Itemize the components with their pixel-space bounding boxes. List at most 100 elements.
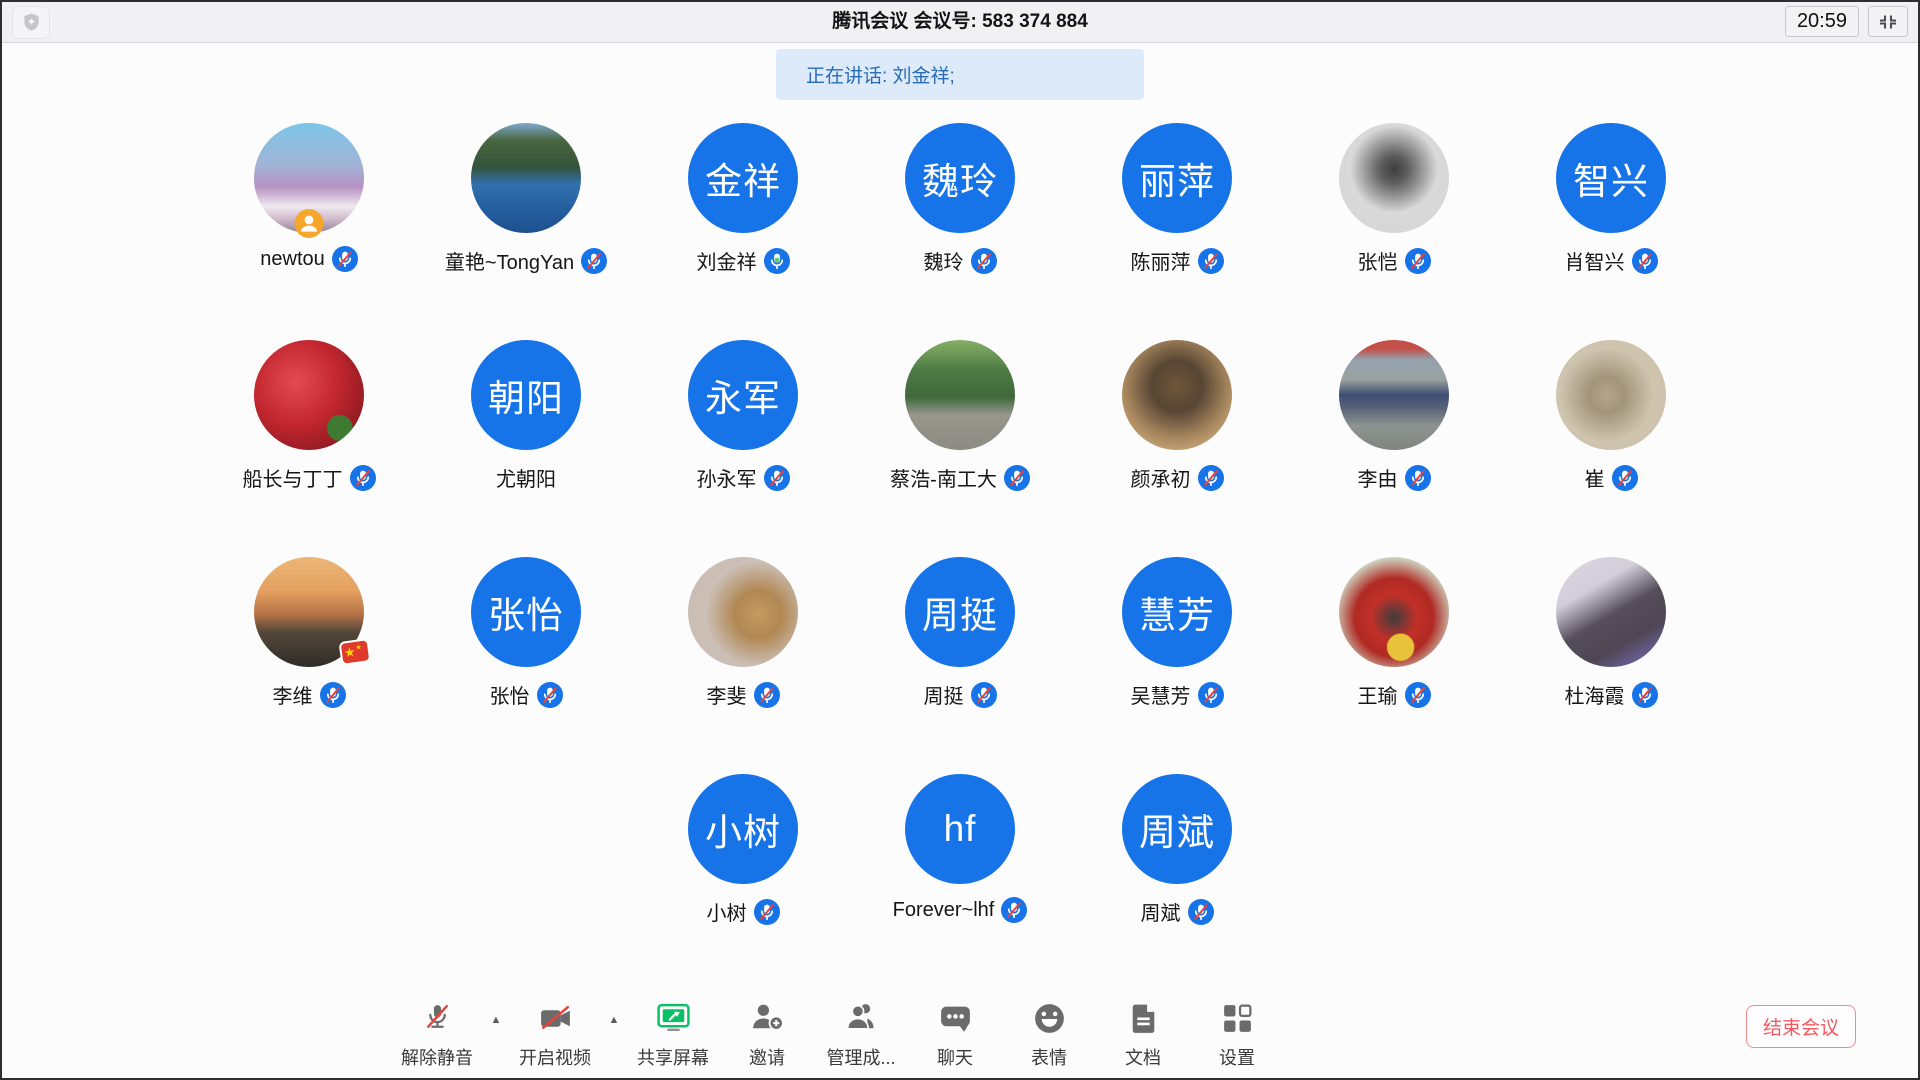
toolbar-button-label: 表情: [1031, 1044, 1067, 1070]
participant-tile[interactable]: 童艳~TongYan: [418, 123, 635, 340]
participant-tile[interactable]: ★ ★ 李维: [201, 557, 418, 774]
bottom-toolbar: 解除静音 ▲ 开启视频 ▲ 共享屏幕 邀请 管理成...: [2, 992, 1918, 1078]
participant-tile[interactable]: 丽萍 陈丽萍: [1069, 123, 1286, 340]
participant-label: 吴慧芳: [1131, 680, 1224, 709]
toolbar-invite-button[interactable]: 邀请: [720, 999, 814, 1070]
avatar: 魏玲: [905, 123, 1015, 233]
participant-label: 李由: [1358, 463, 1431, 492]
emoji-icon: [1031, 1000, 1068, 1037]
participant-name: 张恺: [1358, 246, 1398, 275]
participant-name: 崔: [1585, 463, 1605, 492]
avatar: ★ ★: [254, 557, 364, 667]
participant-tile[interactable]: 金祥 刘金祥: [635, 123, 852, 340]
participant-label: 李维: [273, 680, 346, 709]
speaking-banner-text: 正在讲话: 刘金祥;: [806, 61, 955, 88]
toolbar-emoji-button[interactable]: 表情: [1002, 999, 1096, 1070]
toolbar-manage-members-button[interactable]: 管理成...: [814, 999, 908, 1070]
avatar-image: [1339, 123, 1449, 233]
toolbar-docs-button[interactable]: 文档: [1096, 999, 1190, 1070]
participant-label: 张恺: [1358, 246, 1431, 275]
participant-tile[interactable]: 周斌 周斌: [1069, 774, 1286, 991]
participant-tile[interactable]: 船长与丁丁: [201, 340, 418, 557]
avatar-image: 张怡: [471, 557, 581, 667]
avatar: 金祥: [688, 123, 798, 233]
flag-sticker-icon: ★ ★: [338, 637, 372, 667]
participant-tile[interactable]: 智兴 肖智兴: [1503, 123, 1720, 340]
participant-tile[interactable]: 小树 小树: [635, 774, 852, 991]
mic-muted-icon: [1612, 465, 1638, 491]
participant-label: 童艳~TongYan: [445, 246, 607, 275]
toolbar-button-label: 邀请: [749, 1044, 785, 1070]
avatar-image: 周挺: [905, 557, 1015, 667]
participants-row: 小树 小树 hf Forever~lhf 周斌 周斌: [2, 774, 1918, 991]
participants-grid: newtou 童艳~TongYan 金祥 刘金祥 魏: [2, 123, 1918, 991]
participant-name: 肖智兴: [1565, 246, 1625, 275]
end-meeting-button[interactable]: 结束会议: [1746, 1005, 1856, 1048]
mic-muted-icon: [1004, 465, 1030, 491]
toolbar-settings-button[interactable]: 设置: [1190, 999, 1284, 1070]
member-role-badge-icon: [295, 209, 324, 238]
participant-tile[interactable]: 永军 孙永军: [635, 340, 852, 557]
participant-label: newtou: [260, 246, 358, 272]
expand-arrow-icon[interactable]: ▲: [602, 1014, 626, 1026]
participant-name: 杜海霞: [1565, 680, 1625, 709]
participant-label: 魏玲: [924, 246, 997, 275]
participant-tile[interactable]: 颜承初: [1069, 340, 1286, 557]
participant-tile[interactable]: 周挺 周挺: [852, 557, 1069, 774]
avatar-image: 小树: [688, 774, 798, 884]
participant-tile[interactable]: newtou: [201, 123, 418, 340]
avatar: [1556, 340, 1666, 450]
participant-name: Forever~lhf: [893, 899, 995, 922]
avatar-image: 周斌: [1122, 774, 1232, 884]
mic-muted-icon: [1632, 682, 1658, 708]
participant-tile[interactable]: 魏玲 魏玲: [852, 123, 1069, 340]
participant-tile[interactable]: 朝阳 尤朝阳: [418, 340, 635, 557]
participant-label: 崔: [1585, 463, 1638, 492]
mic-muted-icon: [350, 465, 376, 491]
camera-off-icon: [537, 1000, 574, 1037]
participant-tile[interactable]: hf Forever~lhf: [852, 774, 1069, 991]
toolbar-mic-muted-button[interactable]: 解除静音: [390, 999, 484, 1070]
toolbar-button-label: 设置: [1219, 1044, 1255, 1070]
participant-tile[interactable]: 崔: [1503, 340, 1720, 557]
mic-muted-icon: [1188, 899, 1214, 925]
participant-tile[interactable]: 李由: [1286, 340, 1503, 557]
participant-tile[interactable]: 王瑜: [1286, 557, 1503, 774]
avatar: [1556, 557, 1666, 667]
toolbar-chat-button[interactable]: 聊天: [908, 999, 1002, 1070]
participant-label: 张怡: [490, 680, 563, 709]
mic-muted-icon: [320, 682, 346, 708]
participant-tile[interactable]: 蔡浩-南工大: [852, 340, 1069, 557]
participant-name: 蔡浩-南工大: [890, 463, 997, 492]
participant-tile[interactable]: 张恺: [1286, 123, 1503, 340]
invite-icon: [749, 1000, 786, 1037]
expand-arrow-icon[interactable]: ▲: [484, 1014, 508, 1026]
participant-name: newtou: [260, 248, 325, 271]
participant-tile[interactable]: 李斐: [635, 557, 852, 774]
participant-name: 周斌: [1141, 897, 1181, 926]
participant-tile[interactable]: 张怡 张怡: [418, 557, 635, 774]
speaking-banner: 正在讲话: 刘金祥;: [776, 49, 1144, 100]
participant-tile[interactable]: 杜海霞: [1503, 557, 1720, 774]
participant-name: 小树: [707, 897, 747, 926]
participant-tile[interactable]: 慧芳 吴慧芳: [1069, 557, 1286, 774]
mic-muted-icon: [1632, 248, 1658, 274]
mic-muted-icon: [1198, 248, 1224, 274]
toolbar-camera-off-button[interactable]: 开启视频: [508, 999, 602, 1070]
participant-label: 周挺: [924, 680, 997, 709]
avatar-image: [254, 340, 364, 450]
fullscreen-toggle-button[interactable]: [1868, 6, 1908, 37]
mic-muted-icon: [1198, 682, 1224, 708]
mic-active-icon: [764, 248, 790, 274]
participant-name: 魏玲: [924, 246, 964, 275]
participants-row: 船长与丁丁 朝阳 尤朝阳 永军 孙永军 蔡浩-南工大: [2, 340, 1918, 557]
participant-label: 李斐: [707, 680, 780, 709]
toolbar-share-screen-button[interactable]: 共享屏幕: [626, 999, 720, 1070]
participant-name: 童艳~TongYan: [445, 246, 574, 275]
participant-name: 陈丽萍: [1131, 246, 1191, 275]
participant-label: 小树: [707, 897, 780, 926]
titlebar-right-group: 20:59: [1785, 6, 1908, 37]
exit-fullscreen-icon: [1876, 12, 1900, 32]
avatar-image: [1339, 340, 1449, 450]
avatar: [1339, 557, 1449, 667]
